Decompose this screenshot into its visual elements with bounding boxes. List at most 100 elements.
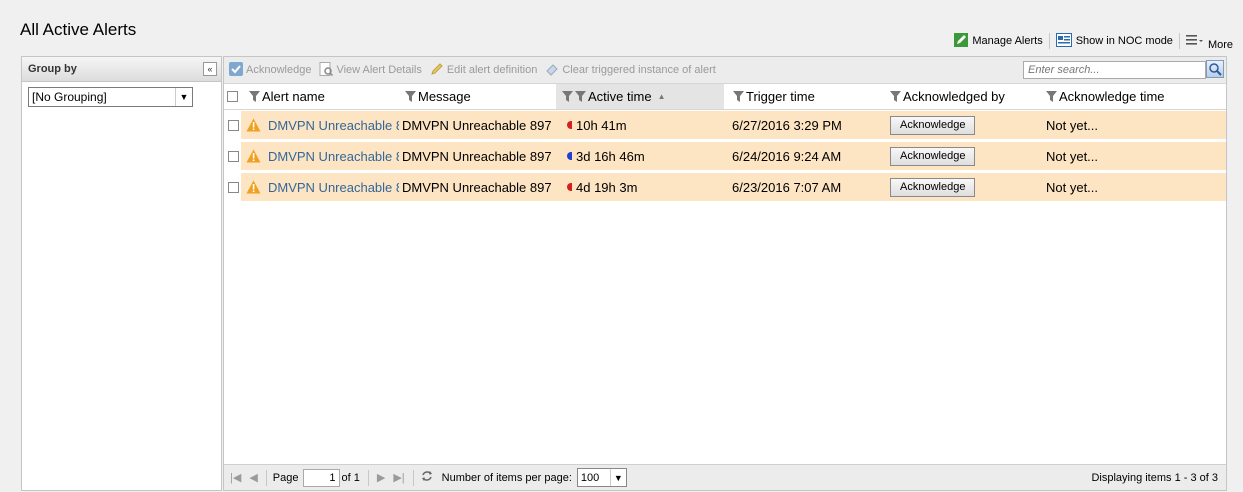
alert-name-link[interactable]: DMVPN Unreachable 897: [268, 180, 399, 195]
row-data: DMVPN Unreachable 897 DMVPN Unreachable …: [241, 173, 1226, 202]
row-checkbox[interactable]: [228, 151, 239, 162]
pencil-icon: [430, 62, 444, 79]
header-acknowledge-time-label: Acknowledge time: [1059, 89, 1165, 104]
collapse-panel-button[interactable]: «: [203, 62, 217, 76]
filter-icon: [733, 91, 744, 102]
message-cell: DMVPN Unreachable 897: [399, 173, 556, 201]
noc-mode-icon: [1055, 32, 1072, 50]
message-cell: DMVPN Unreachable 897: [399, 142, 556, 170]
noc-mode-label: Show in NOC mode: [1075, 35, 1173, 47]
view-details-label: View Alert Details: [336, 64, 422, 76]
select-all-checkbox[interactable]: [227, 91, 238, 102]
acknowledge-button[interactable]: Acknowledge: [890, 177, 976, 197]
acknowledge-time-text: Not yet...: [1046, 117, 1099, 133]
edit-icon: [954, 32, 969, 50]
message-text: DMVPN Unreachable 897: [402, 148, 552, 164]
noc-mode-button[interactable]: Show in NOC mode: [1055, 32, 1173, 50]
select-all-cell: [224, 91, 241, 102]
divider: [1048, 33, 1050, 49]
alert-name-cell: DMVPN Unreachable 897: [241, 173, 399, 201]
message-text: DMVPN Unreachable 897: [402, 117, 552, 133]
row-checkbox[interactable]: [228, 120, 239, 131]
table-row[interactable]: DMVPN Unreachable 897 DMVPN Unreachable …: [224, 172, 1226, 203]
header-active-time[interactable]: Active time ▲: [556, 84, 724, 109]
menu-button[interactable]: [1185, 34, 1204, 49]
warning-icon: [246, 118, 261, 132]
acknowledge-time-cell: Not yet...: [1040, 111, 1210, 139]
pager: |◀ ◀ Page 1 of 1 ▶ ▶| Number of items pe…: [224, 464, 1226, 490]
last-page-icon[interactable]: ▶|: [393, 471, 404, 484]
sort-ascending-icon: ▲: [657, 92, 666, 101]
active-time-text: 4d 19h 3m: [576, 179, 638, 195]
edit-definition-button[interactable]: Edit alert definition: [430, 62, 537, 79]
grouping-select[interactable]: [No Grouping] ▼: [28, 87, 193, 107]
header-active-time-label: Active time: [588, 89, 652, 104]
alert-name-link[interactable]: DMVPN Unreachable 897: [268, 118, 399, 133]
header-message-label: Message: [418, 89, 471, 104]
row-data: DMVPN Unreachable 897 DMVPN Unreachable …: [241, 142, 1226, 171]
view-details-button[interactable]: View Alert Details: [319, 61, 422, 79]
group-by-title: Group by: [28, 63, 77, 75]
alert-name-cell: DMVPN Unreachable 897: [241, 111, 399, 139]
header-acknowledged-by[interactable]: Acknowledged by: [882, 84, 1040, 109]
alert-rows: DMVPN Unreachable 897 DMVPN Unreachable …: [224, 110, 1226, 203]
acknowledge-button[interactable]: Acknowledge: [890, 146, 976, 166]
eraser-icon: [545, 62, 559, 79]
search-input[interactable]: Enter search...: [1023, 61, 1206, 79]
alert-name-cell: DMVPN Unreachable 897: [241, 142, 399, 170]
prev-page-icon[interactable]: ◀: [249, 471, 257, 484]
alerts-toolbar: Acknowledge View Alert Details Edit aler…: [224, 57, 1226, 84]
group-by-header: Group by «: [22, 57, 221, 82]
header-acknowledged-by-label: Acknowledged by: [903, 89, 1005, 104]
search-button[interactable]: [1206, 60, 1224, 78]
group-by-panel: Group by « [No Grouping] ▼: [21, 56, 222, 491]
acknowledge-toolbar-button[interactable]: Acknowledge: [229, 61, 312, 79]
refresh-icon[interactable]: [420, 469, 434, 486]
acknowledge-button[interactable]: Acknowledge: [890, 115, 976, 135]
row-checkbox[interactable]: [228, 182, 239, 193]
table-row[interactable]: DMVPN Unreachable 897 DMVPN Unreachable …: [224, 141, 1226, 172]
active-time-text: 3d 16h 46m: [576, 148, 645, 164]
alert-name-link[interactable]: DMVPN Unreachable 897: [268, 149, 399, 164]
more-label[interactable]: More: [1208, 39, 1233, 51]
chevron-down-icon: ▼: [175, 88, 192, 106]
active-time-text: 10h 41m: [576, 117, 627, 133]
page-title: All Active Alerts: [20, 20, 137, 39]
trigger-time-text: 6/27/2016 3:29 PM: [732, 117, 842, 133]
acknowledged-by-cell: Acknowledge: [882, 111, 1040, 139]
row-data: DMVPN Unreachable 897 DMVPN Unreachable …: [241, 111, 1226, 140]
acknowledge-toolbar-label: Acknowledge: [246, 64, 312, 76]
acknowledge-time-text: Not yet...: [1046, 148, 1099, 164]
warning-icon: [246, 149, 261, 163]
divider: [412, 469, 414, 486]
header-message[interactable]: Message: [399, 84, 556, 109]
manage-alerts-button[interactable]: Manage Alerts: [954, 32, 1043, 50]
search-icon: [1209, 63, 1222, 76]
header-alert-name[interactable]: Alert name: [241, 84, 399, 109]
clear-instance-button[interactable]: Clear triggered instance of alert: [545, 62, 716, 79]
page-of-label: of 1: [341, 471, 360, 484]
filter-icon: [575, 91, 586, 102]
filter-icon: [249, 91, 260, 102]
items-per-page-value: 100: [580, 471, 600, 484]
duration-indicator-icon: [567, 152, 572, 160]
items-per-page-select[interactable]: 100 ▼: [576, 468, 627, 487]
trigger-time-cell: 6/23/2016 7:07 AM: [724, 173, 882, 201]
divider: [367, 469, 369, 486]
grouping-value: [No Grouping]: [32, 90, 107, 104]
message-cell: DMVPN Unreachable 897: [399, 111, 556, 139]
header-acknowledge-time[interactable]: Acknowledge time: [1040, 84, 1210, 109]
filter-icon: [405, 91, 416, 102]
message-text: DMVPN Unreachable 897: [402, 179, 552, 195]
acknowledge-time-text: Not yet...: [1046, 179, 1099, 195]
next-page-icon[interactable]: ▶: [377, 471, 385, 484]
header-trigger-time[interactable]: Trigger time: [724, 84, 882, 109]
chevron-down-icon: ▼: [609, 469, 626, 486]
active-time-cell: 10h 41m: [556, 111, 724, 139]
active-time-cell: 3d 16h 46m: [556, 142, 724, 170]
first-page-icon[interactable]: |◀: [230, 471, 241, 484]
page-number-input[interactable]: 1: [302, 468, 340, 487]
clear-instance-label: Clear triggered instance of alert: [562, 64, 716, 76]
filter-icon: [562, 91, 573, 102]
table-row[interactable]: DMVPN Unreachable 897 DMVPN Unreachable …: [224, 110, 1226, 141]
